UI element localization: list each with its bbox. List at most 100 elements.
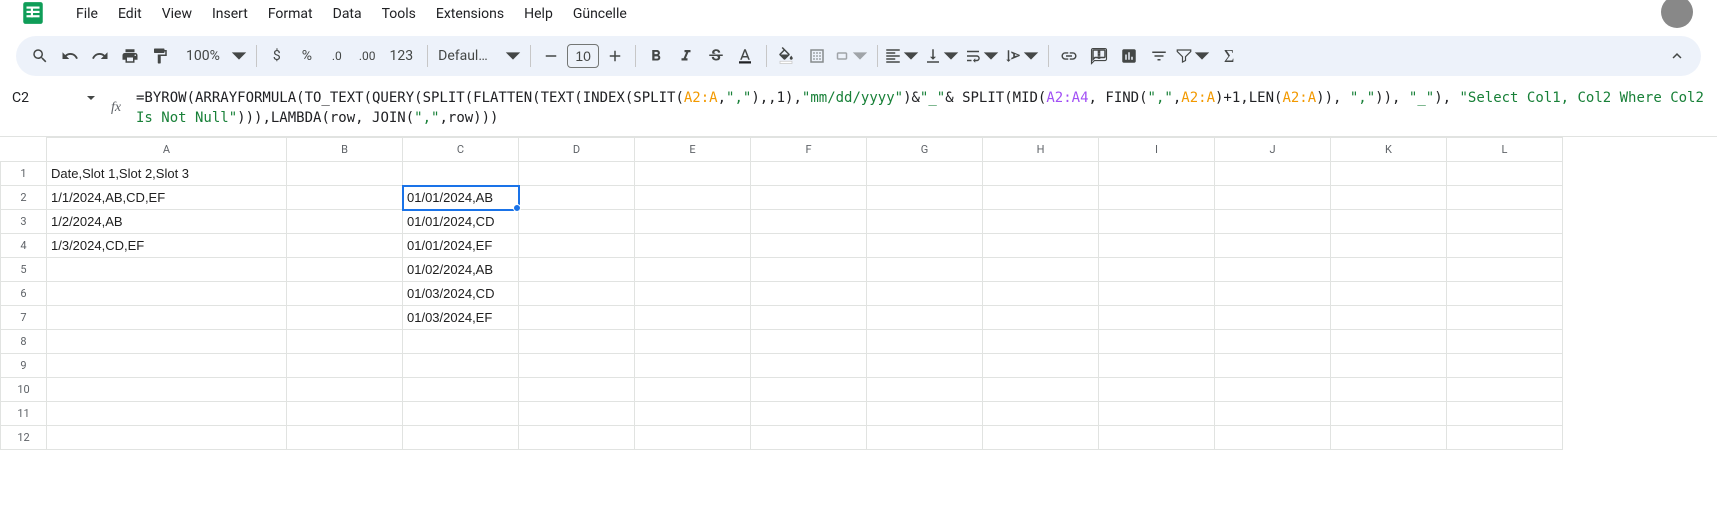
- cell-C2[interactable]: 01/01/2024,AB: [403, 186, 519, 210]
- column-header-J[interactable]: J: [1215, 138, 1331, 162]
- cell-A12[interactable]: [47, 426, 287, 450]
- row-header-1[interactable]: 1: [1, 162, 47, 186]
- fill-color-icon[interactable]: [773, 42, 801, 70]
- row-header-9[interactable]: 9: [1, 354, 47, 378]
- cell-G6[interactable]: [867, 282, 983, 306]
- cell-J1[interactable]: [1215, 162, 1331, 186]
- column-header-C[interactable]: C: [403, 138, 519, 162]
- cell-E10[interactable]: [635, 378, 751, 402]
- menu-tools[interactable]: Tools: [374, 2, 424, 26]
- text-rotation-icon[interactable]: [1004, 42, 1042, 70]
- filter-views-icon[interactable]: [1175, 42, 1213, 70]
- menu-view[interactable]: View: [154, 2, 200, 26]
- cell-G7[interactable]: [867, 306, 983, 330]
- cell-H12[interactable]: [983, 426, 1099, 450]
- cell-H9[interactable]: [983, 354, 1099, 378]
- cell-I9[interactable]: [1099, 354, 1215, 378]
- cell-L1[interactable]: [1447, 162, 1563, 186]
- menu-güncelle[interactable]: Güncelle: [565, 2, 635, 26]
- cell-F1[interactable]: [751, 162, 867, 186]
- insert-comment-icon[interactable]: [1085, 42, 1113, 70]
- cell-D5[interactable]: [519, 258, 635, 282]
- row-header-2[interactable]: 2: [1, 186, 47, 210]
- cell-D7[interactable]: [519, 306, 635, 330]
- cell-B1[interactable]: [287, 162, 403, 186]
- spreadsheet-grid[interactable]: ABCDEFGHIJKL 1Date,Slot 1,Slot 2,Slot 32…: [0, 137, 1563, 450]
- cell-G3[interactable]: [867, 210, 983, 234]
- cell-K8[interactable]: [1331, 330, 1447, 354]
- cell-I7[interactable]: [1099, 306, 1215, 330]
- cell-H8[interactable]: [983, 330, 1099, 354]
- cell-G11[interactable]: [867, 402, 983, 426]
- cell-L3[interactable]: [1447, 210, 1563, 234]
- row-header-10[interactable]: 10: [1, 378, 47, 402]
- cell-H2[interactable]: [983, 186, 1099, 210]
- cell-F11[interactable]: [751, 402, 867, 426]
- cell-H6[interactable]: [983, 282, 1099, 306]
- cell-C6[interactable]: 01/03/2024,CD: [403, 282, 519, 306]
- cell-F5[interactable]: [751, 258, 867, 282]
- cell-L2[interactable]: [1447, 186, 1563, 210]
- column-header-B[interactable]: B: [287, 138, 403, 162]
- vertical-align-icon[interactable]: [924, 42, 962, 70]
- column-header-A[interactable]: A: [47, 138, 287, 162]
- cell-F10[interactable]: [751, 378, 867, 402]
- formula-bar[interactable]: =BYROW(ARRAYFORMULA(TO_TEXT(QUERY(SPLIT(…: [128, 84, 1717, 132]
- cell-I8[interactable]: [1099, 330, 1215, 354]
- cell-A7[interactable]: [47, 306, 287, 330]
- cell-C11[interactable]: [403, 402, 519, 426]
- cell-D3[interactable]: [519, 210, 635, 234]
- cell-E8[interactable]: [635, 330, 751, 354]
- cell-L10[interactable]: [1447, 378, 1563, 402]
- cell-H11[interactable]: [983, 402, 1099, 426]
- cell-C7[interactable]: 01/03/2024,EF: [403, 306, 519, 330]
- cell-H5[interactable]: [983, 258, 1099, 282]
- currency-icon[interactable]: $: [263, 42, 291, 70]
- menu-data[interactable]: Data: [325, 2, 370, 26]
- name-box[interactable]: C2: [0, 84, 104, 112]
- cell-A3[interactable]: 1/2/2024,AB: [47, 210, 287, 234]
- cell-I11[interactable]: [1099, 402, 1215, 426]
- cell-C12[interactable]: [403, 426, 519, 450]
- borders-icon[interactable]: [803, 42, 831, 70]
- filter-icon[interactable]: [1145, 42, 1173, 70]
- paint-format-icon[interactable]: [146, 42, 174, 70]
- cell-I2[interactable]: [1099, 186, 1215, 210]
- cell-B10[interactable]: [287, 378, 403, 402]
- bold-icon[interactable]: [642, 42, 670, 70]
- cell-L6[interactable]: [1447, 282, 1563, 306]
- cell-J10[interactable]: [1215, 378, 1331, 402]
- cell-B3[interactable]: [287, 210, 403, 234]
- cell-J5[interactable]: [1215, 258, 1331, 282]
- cell-C10[interactable]: [403, 378, 519, 402]
- cell-E1[interactable]: [635, 162, 751, 186]
- cell-K12[interactable]: [1331, 426, 1447, 450]
- column-header-F[interactable]: F: [751, 138, 867, 162]
- cell-A5[interactable]: [47, 258, 287, 282]
- search-menus-icon[interactable]: [26, 42, 54, 70]
- cell-K11[interactable]: [1331, 402, 1447, 426]
- column-header-I[interactable]: I: [1099, 138, 1215, 162]
- cell-L9[interactable]: [1447, 354, 1563, 378]
- zoom-select[interactable]: 100%: [176, 42, 250, 70]
- menu-file[interactable]: File: [68, 2, 106, 26]
- column-header-H[interactable]: H: [983, 138, 1099, 162]
- cell-A1[interactable]: Date,Slot 1,Slot 2,Slot 3: [47, 162, 287, 186]
- cell-K6[interactable]: [1331, 282, 1447, 306]
- cell-I6[interactable]: [1099, 282, 1215, 306]
- cell-H10[interactable]: [983, 378, 1099, 402]
- cell-I10[interactable]: [1099, 378, 1215, 402]
- cell-C4[interactable]: 01/01/2024,EF: [403, 234, 519, 258]
- cell-F7[interactable]: [751, 306, 867, 330]
- cell-A8[interactable]: [47, 330, 287, 354]
- cell-L11[interactable]: [1447, 402, 1563, 426]
- undo-icon[interactable]: [56, 42, 84, 70]
- cell-C3[interactable]: 01/01/2024,CD: [403, 210, 519, 234]
- cell-G5[interactable]: [867, 258, 983, 282]
- cell-K3[interactable]: [1331, 210, 1447, 234]
- collapse-toolbar-icon[interactable]: [1663, 42, 1691, 70]
- column-header-G[interactable]: G: [867, 138, 983, 162]
- cell-J2[interactable]: [1215, 186, 1331, 210]
- cell-L8[interactable]: [1447, 330, 1563, 354]
- text-color-icon[interactable]: [732, 42, 760, 70]
